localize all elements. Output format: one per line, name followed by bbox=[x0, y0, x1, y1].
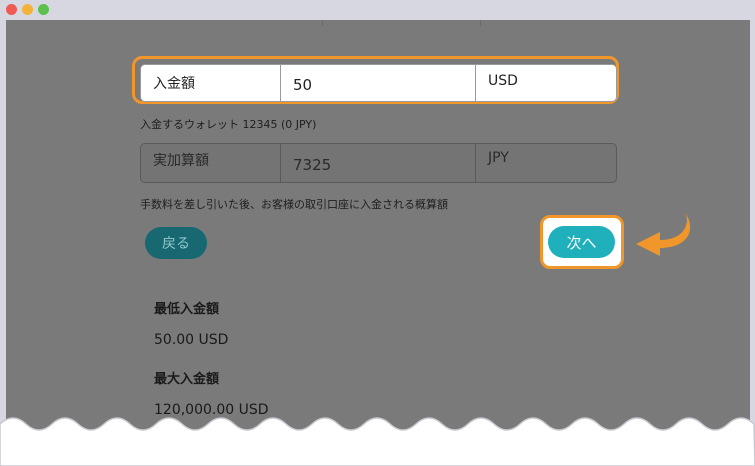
actual-amount-value: 7325 bbox=[281, 144, 476, 182]
wallet-note: 入金するウォレット 12345 (0 JPY) bbox=[140, 118, 317, 131]
pointer-arrow-icon bbox=[636, 214, 691, 256]
deposit-currency: USD bbox=[488, 73, 518, 89]
deposit-amount-label: 入金額 bbox=[141, 65, 281, 101]
deposit-amount-row: 入金額 50 USD bbox=[140, 64, 617, 102]
actual-currency: JPY bbox=[488, 150, 509, 166]
back-button[interactable]: 戻る bbox=[145, 227, 207, 259]
max-deposit-label: 最大入金額 bbox=[154, 372, 220, 387]
title-bar bbox=[0, 0, 755, 20]
min-deposit-value: 50.00 USD bbox=[154, 332, 229, 348]
min-deposit-label: 最低入金額 bbox=[154, 302, 220, 317]
maximize-window-icon[interactable] bbox=[38, 4, 49, 15]
divider bbox=[322, 20, 323, 26]
deposit-amount-input[interactable]: 50 bbox=[281, 65, 476, 101]
torn-edge-divider bbox=[0, 417, 755, 466]
page-overlay: 入金額 50 USD 入金するウォレット 12345 (0 JPY) 実加算額 … bbox=[6, 20, 750, 466]
next-button[interactable]: 次へ bbox=[548, 226, 615, 258]
window-frame-right bbox=[750, 20, 755, 466]
close-window-icon[interactable] bbox=[6, 4, 17, 15]
divider bbox=[480, 20, 481, 26]
actual-amount-row: 実加算額 7325 JPY bbox=[140, 143, 617, 183]
minimize-window-icon[interactable] bbox=[22, 4, 33, 15]
browser-window: 入金額 50 USD 入金するウォレット 12345 (0 JPY) 実加算額 … bbox=[0, 0, 755, 466]
actual-amount-label: 実加算額 bbox=[141, 144, 281, 182]
fee-note: 手数料を差し引いた後、お客様の取引口座に入金される概算額 bbox=[140, 198, 448, 211]
